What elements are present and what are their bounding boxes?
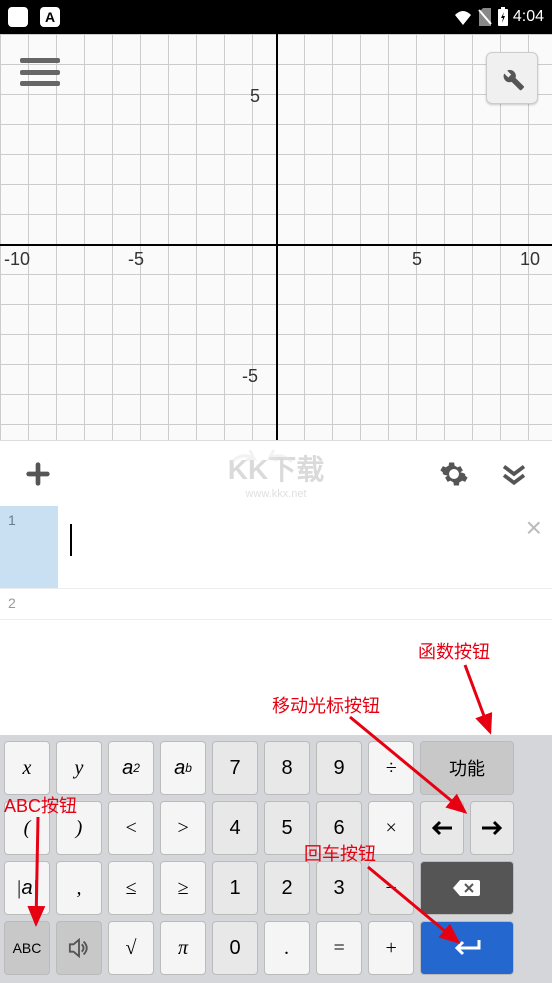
key-enter[interactable] xyxy=(420,921,514,975)
graph-area[interactable]: -10 -5 5 10 5 -5 xyxy=(0,34,552,440)
backspace-icon xyxy=(452,878,482,898)
keyboard: x y a2 ab ( ) < > |a| , ≤ ≥ ABC √ π 7 8 … xyxy=(0,735,552,983)
key-cursor-right[interactable] xyxy=(470,801,514,855)
key-3[interactable]: 3 xyxy=(316,861,362,915)
status-right: 4:04 xyxy=(453,7,544,27)
key-8[interactable]: 8 xyxy=(264,741,310,795)
key-7[interactable]: 7 xyxy=(212,741,258,795)
status-left: A xyxy=(8,7,60,27)
key-gt[interactable]: > xyxy=(160,801,206,855)
wifi-icon xyxy=(453,9,473,25)
plus-icon xyxy=(24,460,52,488)
key-5[interactable]: 5 xyxy=(264,801,310,855)
watermark: KK下载 www.kkx.net xyxy=(228,448,324,500)
status-bar: A 4:04 xyxy=(0,0,552,34)
key-6[interactable]: 6 xyxy=(316,801,362,855)
input-row-2[interactable]: 2 xyxy=(0,589,552,620)
battery-charging-icon xyxy=(497,7,509,27)
key-power[interactable]: ab xyxy=(160,741,206,795)
status-app-icon-2: A xyxy=(40,7,60,27)
status-app-icon-1 xyxy=(8,7,28,27)
key-le[interactable]: ≤ xyxy=(108,861,154,915)
settings-button[interactable] xyxy=(434,454,474,494)
key-multiply[interactable]: × xyxy=(368,801,414,855)
key-dot[interactable]: . xyxy=(264,921,310,975)
input-row-1[interactable]: 1 × xyxy=(0,506,552,589)
expression-input[interactable] xyxy=(58,589,552,619)
key-x[interactable]: x xyxy=(4,741,50,795)
wrench-icon xyxy=(498,64,526,92)
keyboard-left-section: x y a2 ab ( ) < > |a| , ≤ ≥ ABC √ π xyxy=(4,741,206,975)
key-square[interactable]: a2 xyxy=(108,741,154,795)
y-axis xyxy=(276,34,278,440)
menu-button[interactable] xyxy=(20,54,60,90)
no-sim-icon xyxy=(477,8,493,26)
tools-button[interactable] xyxy=(486,52,538,104)
chevron-down-icon xyxy=(499,459,529,489)
key-speak[interactable] xyxy=(56,921,102,975)
x-tick-5: 5 xyxy=(412,249,422,270)
arrow-left-icon xyxy=(430,820,454,836)
y-tick-5: 5 xyxy=(250,86,260,107)
x-tick-neg5: -5 xyxy=(128,249,144,270)
key-equals[interactable]: = xyxy=(316,921,362,975)
key-abc[interactable]: ABC xyxy=(4,921,50,975)
key-functions[interactable]: 功能 xyxy=(420,741,514,795)
status-time: 4:04 xyxy=(513,8,544,26)
speaker-icon xyxy=(68,938,90,958)
keyboard-numpad: 7 8 9 ÷ 4 5 6 × 1 2 3 − 0 . = + xyxy=(212,741,414,975)
expression-input[interactable]: × xyxy=(58,506,552,588)
gear-icon xyxy=(439,459,469,489)
key-0[interactable]: 0 xyxy=(212,921,258,975)
key-divide[interactable]: ÷ xyxy=(368,741,414,795)
key-y[interactable]: y xyxy=(56,741,102,795)
collapse-button[interactable] xyxy=(494,454,534,494)
text-cursor xyxy=(70,524,72,556)
key-lparen[interactable]: ( xyxy=(4,801,50,855)
key-minus[interactable]: − xyxy=(368,861,414,915)
undo-redo-icon xyxy=(212,444,312,480)
key-1[interactable]: 1 xyxy=(212,861,258,915)
arrow-right-icon xyxy=(480,820,504,836)
arrow-function xyxy=(450,660,510,740)
key-9[interactable]: 9 xyxy=(316,741,362,795)
add-button[interactable] xyxy=(18,454,58,494)
row-number: 1 xyxy=(0,506,58,588)
enter-icon xyxy=(449,938,485,958)
keyboard-right-section: 功能 xyxy=(420,741,514,975)
key-backspace[interactable] xyxy=(420,861,514,915)
y-tick-neg5: -5 xyxy=(242,366,258,387)
key-4[interactable]: 4 xyxy=(212,801,258,855)
toolbar: KK下载 www.kkx.net xyxy=(0,440,552,506)
input-area: 1 × 2 xyxy=(0,506,552,620)
key-comma[interactable]: , xyxy=(56,861,102,915)
annotation-function: 函数按钮 xyxy=(418,638,490,664)
annotation-cursor: 移动光标按钮 xyxy=(272,692,380,718)
row-number: 2 xyxy=(0,589,58,619)
clear-input-button[interactable]: × xyxy=(526,512,542,544)
x-tick-10: 10 xyxy=(520,249,540,270)
key-2[interactable]: 2 xyxy=(264,861,310,915)
key-plus[interactable]: + xyxy=(368,921,414,975)
key-abs[interactable]: |a| xyxy=(4,861,50,915)
key-sqrt[interactable]: √ xyxy=(108,921,154,975)
key-cursor-left[interactable] xyxy=(420,801,464,855)
x-tick-neg10: -10 xyxy=(4,249,30,270)
key-rparen[interactable]: ) xyxy=(56,801,102,855)
key-lt[interactable]: < xyxy=(108,801,154,855)
x-axis xyxy=(0,244,552,246)
key-ge[interactable]: ≥ xyxy=(160,861,206,915)
watermark-url: www.kkx.net xyxy=(228,488,324,500)
key-pi[interactable]: π xyxy=(160,921,206,975)
